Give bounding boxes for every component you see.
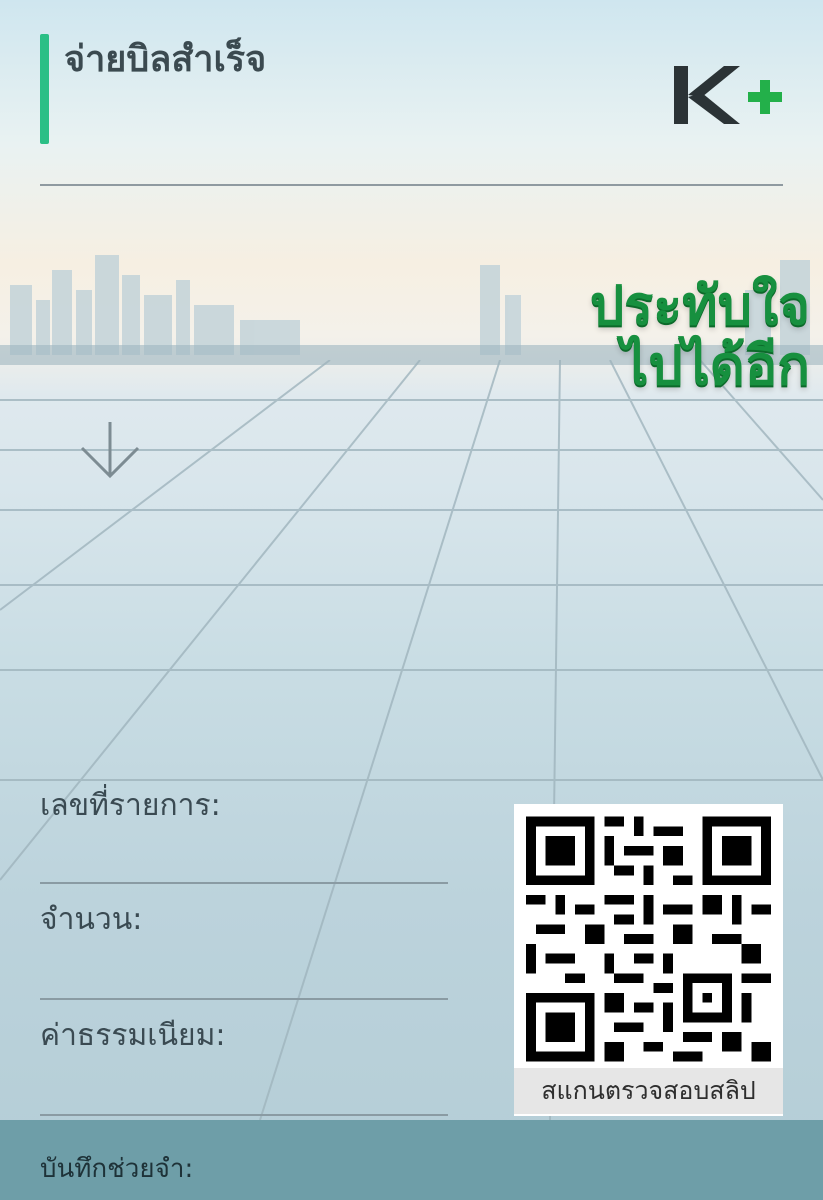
memo-label: บันทึกช่วยจำ: xyxy=(40,1154,194,1184)
arrow-down-icon xyxy=(80,422,140,479)
header-divider xyxy=(40,184,783,186)
fee-label: ค่าธรรมเนียม: xyxy=(40,1018,226,1053)
reference-number-divider xyxy=(40,882,448,884)
page-title: จ่ายบิลสำเร็จ xyxy=(64,39,267,80)
amount-label: จำนวน: xyxy=(40,902,143,937)
payment-slip: จ่ายบิลสำเร็จ ประทับใจ ไปได้อีก เลขที่รา… xyxy=(0,0,823,1200)
fee-divider xyxy=(40,1114,448,1116)
kplus-logo xyxy=(674,66,782,124)
qr-code-icon xyxy=(526,816,771,1062)
reference-number-label: เลขที่รายการ: xyxy=(40,788,221,823)
qr-caption: สแกนตรวจสอบสลิป xyxy=(514,1068,783,1114)
promo-line-2: ไปได้อีก xyxy=(621,334,810,397)
title-accent-bar xyxy=(40,34,49,144)
promo-line-1: ประทับใจ xyxy=(589,274,810,337)
promo-headline: ประทับใจ ไปได้อีก xyxy=(520,276,810,396)
verification-qr-code: สแกนตรวจสอบสลิป xyxy=(514,804,783,1116)
amount-divider xyxy=(40,998,448,1000)
